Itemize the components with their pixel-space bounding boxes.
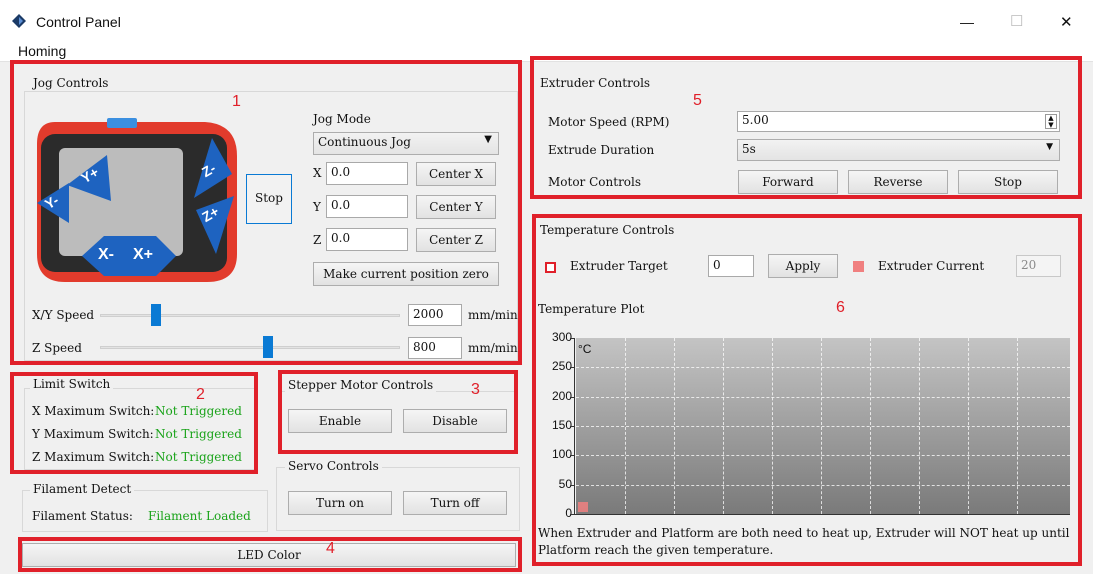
minimize-icon[interactable]: — <box>960 14 974 30</box>
maximize-icon: ☐ <box>1010 13 1024 30</box>
window-title: Control Panel <box>36 14 121 30</box>
annotation-number-4: 4 <box>326 540 335 557</box>
annotation-frame-3 <box>278 370 518 454</box>
app-icon <box>12 14 26 28</box>
filament-status-label: Filament Status: <box>32 509 133 523</box>
annotation-number-6: 6 <box>836 299 845 316</box>
annotation-frame-5 <box>530 56 1082 199</box>
annotation-number-3: 3 <box>471 381 480 398</box>
filament-status-value: Filament Loaded <box>148 509 251 523</box>
annotation-frame-6 <box>532 214 1082 566</box>
menu-homing[interactable]: Homing <box>18 43 66 59</box>
annotation-number-5: 5 <box>693 92 702 109</box>
servo-off-button[interactable]: Turn off <box>403 491 507 515</box>
annotation-frame-4 <box>18 537 522 572</box>
annotation-frame-2 <box>10 372 258 474</box>
close-icon[interactable]: ✕ <box>1060 13 1073 31</box>
annotation-frame-1 <box>10 60 522 365</box>
title-bar: Control Panel — ☐ ✕ <box>0 0 1093 42</box>
servo-on-button[interactable]: Turn on <box>288 491 392 515</box>
servo-title: Servo Controls <box>285 459 382 473</box>
annotation-number-2: 2 <box>196 386 205 403</box>
filament-title: Filament Detect <box>30 482 135 496</box>
annotation-number-1: 1 <box>232 93 241 110</box>
